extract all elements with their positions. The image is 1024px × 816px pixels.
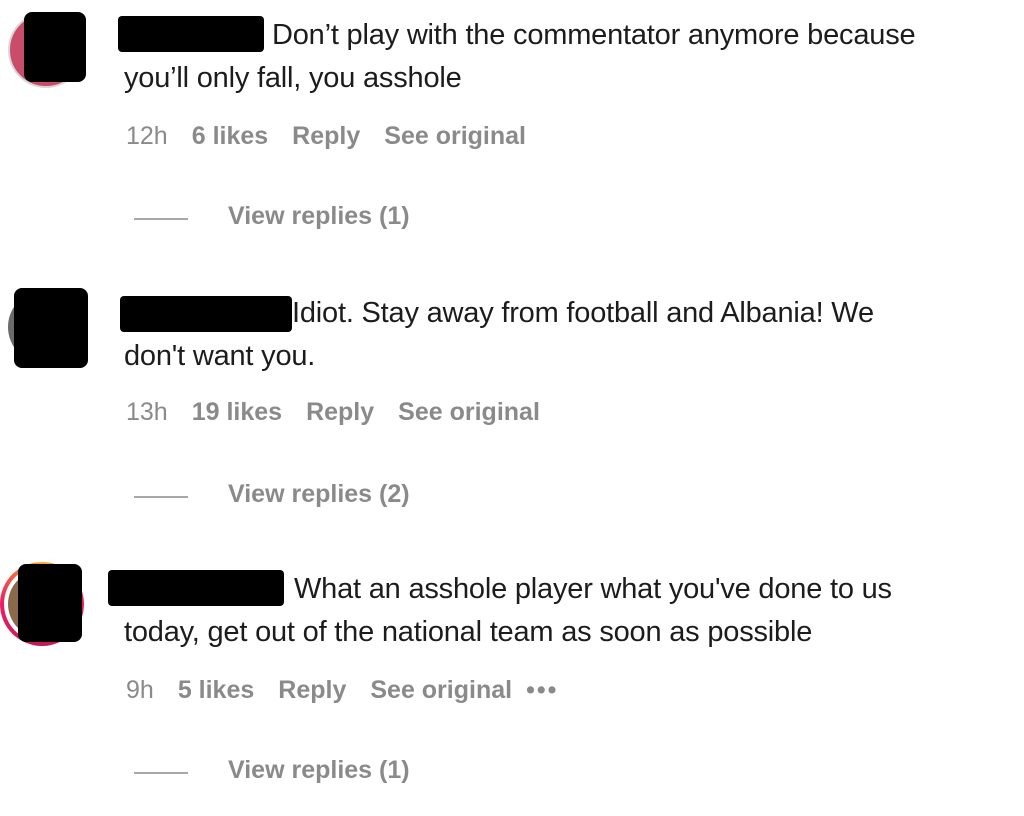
see-original-button[interactable]: See original	[370, 676, 512, 704]
see-original-button[interactable]: See original	[398, 398, 540, 426]
timestamp: 9h	[126, 676, 154, 704]
replies-divider	[134, 496, 188, 498]
likes-count[interactable]: 5 likes	[178, 676, 254, 704]
comment-text-line2: today, get out of the national team as s…	[124, 616, 813, 648]
comment-meta: 13h 19 likes Reply See original	[126, 398, 564, 427]
reply-button[interactable]: Reply	[278, 676, 346, 704]
replies-divider	[134, 772, 188, 774]
comment-text-line2: don't want you.	[124, 340, 316, 372]
comment-text: What an asshole player what you've done …	[124, 568, 1014, 654]
comment-text-line1: Don’t play with the commentator anymore …	[272, 19, 916, 51]
avatar[interactable]	[0, 560, 84, 646]
timestamp: 12h	[126, 122, 168, 150]
reply-button[interactable]: Reply	[306, 398, 374, 426]
comment-text-line1: Idiot. Stay away from football and Alban…	[292, 297, 874, 329]
more-options-icon[interactable]: •••	[526, 676, 558, 704]
likes-count[interactable]: 6 likes	[192, 122, 268, 150]
view-replies-label: View replies (2)	[228, 480, 410, 508]
comment-text-line2: you’ll only fall, you asshole	[124, 62, 462, 94]
likes-count[interactable]: 19 likes	[192, 398, 282, 426]
comment-text: Idiot. Stay away from football and Alban…	[124, 292, 1014, 378]
comment-text: Don’t play with the commentator anymore …	[124, 14, 1014, 100]
avatar[interactable]	[6, 288, 88, 368]
avatar[interactable]	[6, 8, 86, 88]
view-replies-label: View replies (1)	[228, 756, 410, 784]
comment-meta: 12h 6 likes Reply See original	[126, 122, 550, 151]
timestamp: 13h	[126, 398, 168, 426]
comment-text-line1: What an asshole player what you've done …	[294, 573, 892, 605]
comment-meta: 9h 5 likes Reply See original •••	[126, 676, 582, 705]
replies-divider	[134, 218, 188, 220]
see-original-button[interactable]: See original	[384, 122, 526, 150]
view-replies-label: View replies (1)	[228, 202, 410, 230]
reply-button[interactable]: Reply	[292, 122, 360, 150]
